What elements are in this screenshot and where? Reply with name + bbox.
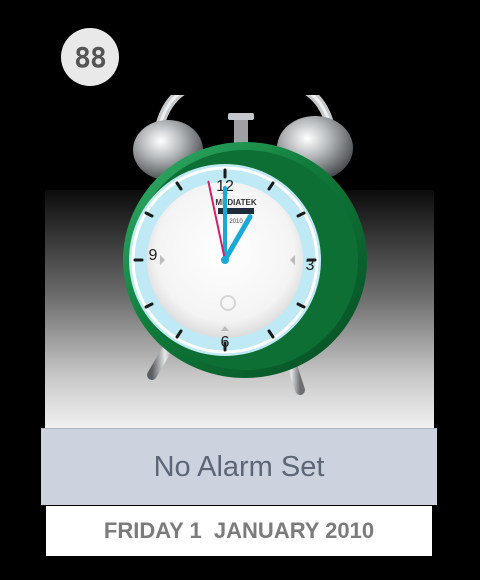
numeral-9: 9 xyxy=(149,247,158,264)
alarm-status-bar[interactable]: No Alarm Set xyxy=(41,428,437,505)
brand-year: 2010 xyxy=(229,219,243,225)
date-bar: FRIDAY 1 JANUARY 2010 xyxy=(46,506,432,556)
hand-pivot xyxy=(221,256,229,264)
widget-badge[interactable]: 88 xyxy=(61,28,119,86)
date-text: FRIDAY 1 JANUARY 2010 xyxy=(103,518,375,543)
brand-logo: MEDIATEK xyxy=(215,198,256,207)
alarm-status-text: No Alarm Set xyxy=(153,450,325,483)
numeral-3: 3 xyxy=(306,257,315,274)
badge-text: 88 xyxy=(74,40,107,74)
numeral-6: 6 xyxy=(221,334,230,351)
alarm-clock-illustration[interactable]: 12 3 6 9 MEDIATEK 2010 xyxy=(120,95,370,405)
